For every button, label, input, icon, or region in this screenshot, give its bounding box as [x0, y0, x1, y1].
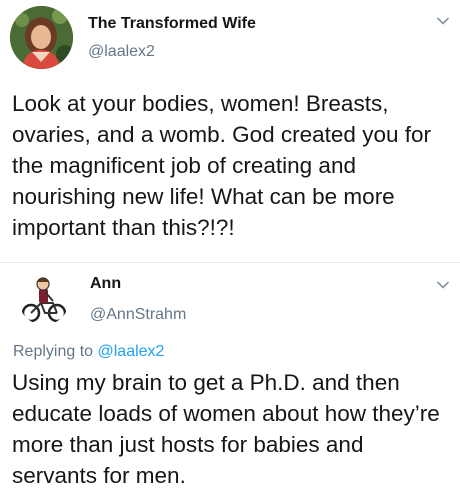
avatar[interactable]: [10, 6, 73, 69]
replying-to-handle-link[interactable]: @laalex2: [98, 343, 165, 360]
user-handle[interactable]: @laalex2: [88, 43, 155, 61]
display-name[interactable]: The Transformed Wife: [88, 15, 256, 33]
chevron-down-icon[interactable]: [435, 13, 451, 29]
user-handle[interactable]: @AnnStrahm: [90, 306, 186, 324]
replying-to-line: Replying to @laalex2: [13, 343, 164, 361]
tweet-text: Look at your bodies, women! Breasts, ova…: [12, 91, 431, 240]
chevron-down-icon[interactable]: [435, 277, 451, 293]
avatar[interactable]: [19, 275, 69, 325]
avatar-photo-icon: [10, 6, 73, 69]
original-tweet: The Transformed Wife @laalex2 Look at yo…: [0, 0, 460, 262]
avatar-bicycle-cartoon-icon: [19, 275, 69, 325]
display-name[interactable]: Ann: [90, 275, 121, 293]
reply-text: Using my brain to get a Ph.D. and then e…: [12, 370, 440, 488]
replying-to-label: Replying to: [13, 343, 98, 360]
